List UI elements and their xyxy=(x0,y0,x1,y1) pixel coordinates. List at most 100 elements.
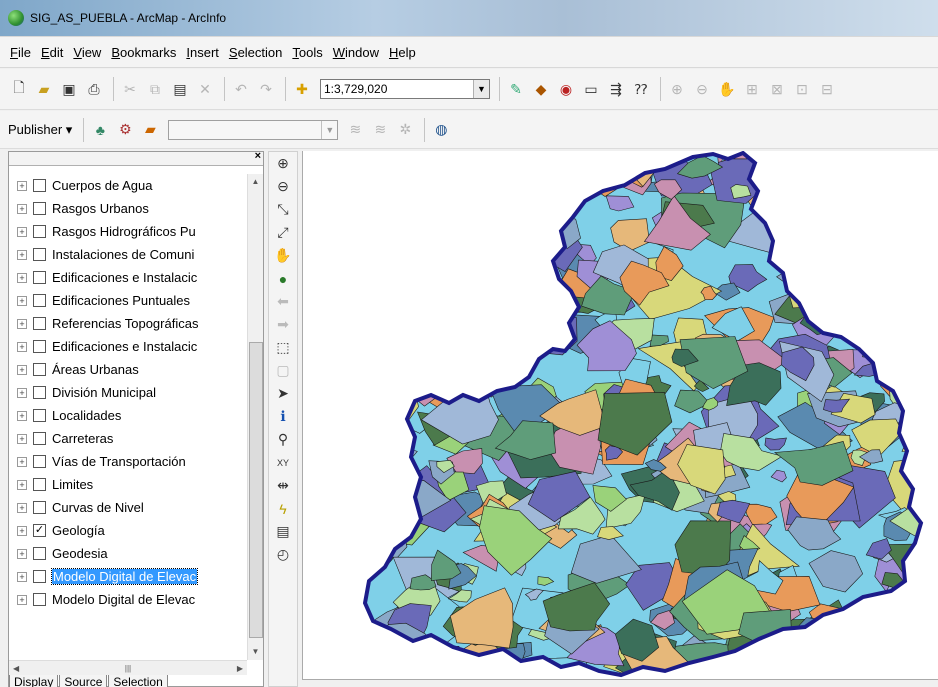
copy-icon[interactable]: ⧉ xyxy=(144,78,166,100)
delete-icon[interactable]: ✕ xyxy=(194,78,216,100)
layer-row[interactable]: + Modelo Digital de Elevac xyxy=(9,588,247,611)
scrollbar-thumb[interactable] xyxy=(249,342,263,638)
hyperlink-lightning-icon[interactable]: ϟ xyxy=(269,497,297,520)
layer-row[interactable]: + Áreas Urbanas xyxy=(9,358,247,381)
layer-visibility-checkbox[interactable] xyxy=(33,593,46,606)
fixed-zoom-in-icon[interactable]: ⊠ xyxy=(766,78,788,100)
menu-file[interactable]: File xyxy=(10,45,31,60)
full-extent-globe-icon[interactable]: ● xyxy=(269,267,297,290)
layer-visibility-checkbox[interactable] xyxy=(33,225,46,238)
layer-name[interactable]: Modelo Digital de Elevac xyxy=(50,568,199,585)
go-to-xy-icon[interactable]: XY xyxy=(269,451,297,474)
layout-pan-icon[interactable]: ✋ xyxy=(716,78,738,100)
command-line-icon[interactable]: ▭ xyxy=(580,78,602,100)
layout-zoom-in-icon[interactable]: ⊕ xyxy=(666,78,688,100)
publisher-open-icon[interactable]: ▰ xyxy=(139,119,161,141)
layer-name[interactable]: Geodesia xyxy=(52,546,108,561)
publisher-layers-icon[interactable]: ♣ xyxy=(89,119,111,141)
add-data-icon[interactable]: ✚ xyxy=(291,78,313,100)
layer-name[interactable]: Rasgos Urbanos xyxy=(52,201,149,216)
layer-row[interactable]: + ✓ Geología xyxy=(9,519,247,542)
close-icon[interactable]: × xyxy=(255,150,261,162)
expand-icon[interactable]: + xyxy=(17,226,27,237)
menu-selection[interactable]: Selection xyxy=(229,45,282,60)
scroll-up-icon[interactable]: ▲ xyxy=(248,174,263,190)
expand-icon[interactable]: + xyxy=(17,433,27,444)
publisher-tool-2-icon[interactable]: ≋ xyxy=(369,119,391,141)
select-arrow-icon[interactable]: ➤ xyxy=(269,382,297,405)
pan-hand-icon[interactable]: ✋ xyxy=(269,244,297,267)
layer-row[interactable]: + Rasgos Urbanos xyxy=(9,197,247,220)
expand-icon[interactable]: + xyxy=(17,410,27,421)
layer-row[interactable]: + Vías de Transportación xyxy=(9,450,247,473)
map-view[interactable] xyxy=(302,151,938,679)
layer-name[interactable]: Curvas de Nivel xyxy=(52,500,144,515)
expand-icon[interactable]: + xyxy=(17,341,27,352)
layer-name[interactable]: Localidades xyxy=(52,408,121,423)
tab-display[interactable]: Display xyxy=(9,675,59,687)
menu-bookmarks[interactable]: Bookmarks xyxy=(111,45,176,60)
expand-icon[interactable]: + xyxy=(17,571,27,582)
layer-row[interactable]: + Carreteras xyxy=(9,427,247,450)
arctoolbox-icon[interactable]: ◆ xyxy=(530,78,552,100)
expand-icon[interactable]: + xyxy=(17,249,27,260)
layer-name[interactable]: Carreteras xyxy=(52,431,113,446)
time-slider-icon[interactable]: ◴ xyxy=(269,543,297,566)
layer-name[interactable]: Referencias Topográficas xyxy=(52,316,198,331)
publisher-combobox[interactable]: ▼ xyxy=(168,119,339,140)
undo-icon[interactable]: ↶ xyxy=(230,78,252,100)
map-scale-value[interactable]: 1:3,729,020 xyxy=(321,82,473,96)
go-back-icon[interactable]: ⬅ xyxy=(269,290,297,313)
paste-icon[interactable]: ▤ xyxy=(169,78,191,100)
layer-visibility-checkbox[interactable] xyxy=(33,202,46,215)
layer-name[interactable]: Cuerpos de Agua xyxy=(52,178,152,193)
layer-name[interactable]: Áreas Urbanas xyxy=(52,362,139,377)
expand-icon[interactable]: + xyxy=(17,318,27,329)
layer-visibility-checkbox[interactable] xyxy=(33,363,46,376)
print-icon[interactable]: ⎙ xyxy=(83,78,105,100)
zoom-in-icon[interactable]: ⊕ xyxy=(269,152,297,175)
cut-icon[interactable]: ✂ xyxy=(119,78,141,100)
expand-icon[interactable]: + xyxy=(17,295,27,306)
menu-edit[interactable]: Edit xyxy=(41,45,63,60)
menu-view[interactable]: View xyxy=(73,45,101,60)
scroll-left-icon[interactable]: ◀ xyxy=(13,664,19,673)
layer-visibility-checkbox[interactable] xyxy=(33,501,46,514)
zoom-out-icon[interactable]: ⊖ xyxy=(269,175,297,198)
layout-zoom-out-icon[interactable]: ⊖ xyxy=(691,78,713,100)
editor-toolbar-icon[interactable]: ✎ xyxy=(505,78,527,100)
layer-name[interactable]: Modelo Digital de Elevac xyxy=(52,592,195,607)
model-builder-icon[interactable]: ⇶ xyxy=(605,78,627,100)
layer-visibility-checkbox[interactable] xyxy=(33,294,46,307)
layer-name[interactable]: Edificaciones Puntuales xyxy=(52,293,190,308)
measure-icon[interactable]: ⇹ xyxy=(269,474,297,497)
expand-icon[interactable]: + xyxy=(17,272,27,283)
menu-insert[interactable]: Insert xyxy=(186,45,219,60)
expand-icon[interactable]: + xyxy=(17,479,27,490)
layer-name[interactable]: Edificaciones e Instalacic xyxy=(52,270,197,285)
layer-row[interactable]: + Curvas de Nivel xyxy=(9,496,247,519)
expand-icon[interactable]: + xyxy=(17,180,27,191)
layer-name[interactable]: División Municipal xyxy=(52,385,156,400)
layer-visibility-checkbox[interactable] xyxy=(33,271,46,284)
publisher-menu-button[interactable]: Publisher ▾ xyxy=(8,122,72,138)
find-binoculars-icon[interactable]: ⚲ xyxy=(269,428,297,451)
layer-name[interactable]: Vías de Transportación xyxy=(52,454,186,469)
redo-icon[interactable]: ↷ xyxy=(255,78,277,100)
layer-row[interactable]: + Modelo Digital de Elevac xyxy=(9,565,247,588)
layer-visibility-checkbox[interactable] xyxy=(33,317,46,330)
layer-row[interactable]: + Geodesia xyxy=(9,542,247,565)
layer-row[interactable]: + Referencias Topográficas xyxy=(9,312,247,335)
layer-visibility-checkbox[interactable] xyxy=(33,570,46,583)
layer-visibility-checkbox[interactable] xyxy=(33,248,46,261)
expand-icon[interactable]: + xyxy=(17,502,27,513)
fixed-zoom-out-icon[interactable]: ⤢ xyxy=(269,221,297,244)
layer-name[interactable]: Edificaciones e Instalacic xyxy=(52,339,197,354)
layer-name[interactable]: Rasgos Hidrográficos Pu xyxy=(52,224,196,239)
fixed-zoom-in-icon[interactable]: ⤡ xyxy=(269,198,297,221)
expand-icon[interactable]: + xyxy=(17,548,27,559)
layer-row[interactable]: + Cuerpos de Agua xyxy=(9,174,247,197)
layer-visibility-checkbox[interactable] xyxy=(33,386,46,399)
layer-row[interactable]: + Instalaciones de Comuni xyxy=(9,243,247,266)
layer-visibility-checkbox[interactable] xyxy=(33,478,46,491)
